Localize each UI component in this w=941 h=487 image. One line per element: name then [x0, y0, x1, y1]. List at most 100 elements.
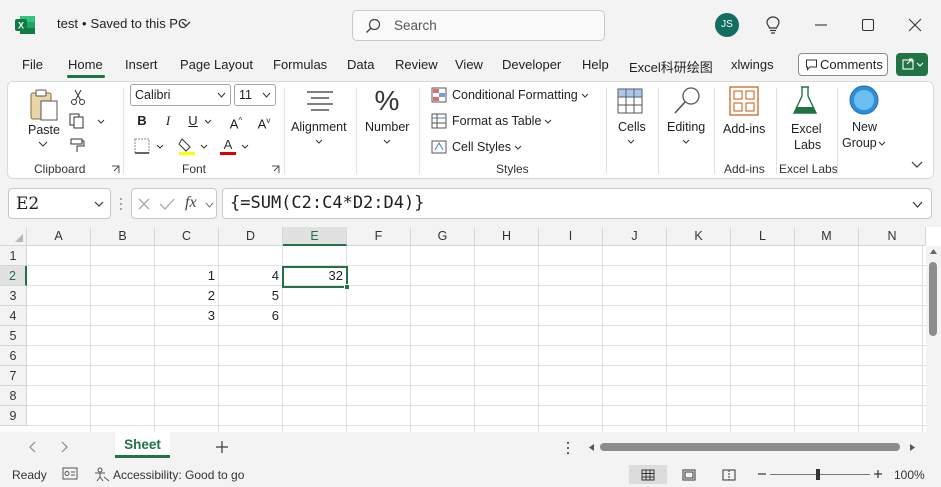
- excel-labs-line1[interactable]: Excel: [791, 122, 822, 136]
- add-ins-icon[interactable]: [729, 86, 759, 116]
- cells-label[interactable]: Cells: [618, 120, 646, 134]
- column-header-j[interactable]: J: [603, 227, 667, 246]
- minimize-icon[interactable]: [808, 12, 834, 38]
- column-header-k[interactable]: K: [667, 227, 731, 246]
- chevron-down-icon[interactable]: [156, 144, 164, 149]
- select-all-corner[interactable]: [0, 227, 27, 246]
- tab-excel-research[interactable]: Excel科研绘图: [629, 57, 713, 76]
- cell-styles-button[interactable]: Cell Styles: [431, 139, 522, 155]
- column-header-f[interactable]: F: [347, 227, 411, 246]
- column-header-l[interactable]: L: [731, 227, 795, 246]
- add-ins-label[interactable]: Add-ins: [723, 122, 765, 136]
- row-header-2[interactable]: 2: [0, 266, 27, 286]
- chevron-down-icon[interactable]: [204, 119, 212, 124]
- tab-file[interactable]: File: [22, 57, 43, 72]
- column-header-g[interactable]: G: [411, 227, 475, 246]
- editing-label[interactable]: Editing: [667, 120, 705, 134]
- new-group-line1[interactable]: New: [852, 120, 877, 134]
- excel-labs-line2[interactable]: Labs: [794, 138, 821, 152]
- row-header-3[interactable]: 3: [0, 286, 27, 306]
- conditional-formatting-button[interactable]: Conditional Formatting: [431, 87, 589, 103]
- tab-page-layout[interactable]: Page Layout: [180, 57, 253, 72]
- number-label[interactable]: Number: [365, 120, 409, 134]
- fill-handle[interactable]: [344, 284, 350, 290]
- underline-icon[interactable]: U: [183, 111, 203, 131]
- font-color-icon[interactable]: A: [219, 137, 237, 156]
- row-header-1[interactable]: 1: [0, 246, 27, 266]
- insert-function-icon[interactable]: fx: [185, 194, 197, 212]
- find-icon[interactable]: [672, 85, 702, 117]
- name-box[interactable]: E2: [8, 188, 111, 219]
- page-break-view-button[interactable]: [710, 465, 748, 484]
- formula-input[interactable]: {=SUM(C2:C4*D2:D4)}: [222, 188, 932, 219]
- column-header-h[interactable]: H: [475, 227, 539, 246]
- cell-c3[interactable]: 2: [155, 286, 219, 306]
- normal-view-button[interactable]: [629, 465, 667, 484]
- zoom-out-icon[interactable]: [757, 469, 767, 479]
- chevron-left-icon[interactable]: [28, 441, 36, 453]
- page-layout-view-button[interactable]: [670, 465, 708, 484]
- avatar[interactable]: JS: [715, 13, 739, 37]
- collapse-ribbon-icon[interactable]: [911, 161, 923, 169]
- accessibility-icon[interactable]: [94, 467, 110, 482]
- fill-color-icon[interactable]: [178, 137, 196, 156]
- copy-icon[interactable]: [68, 113, 86, 129]
- tab-xlwings[interactable]: xlwings: [731, 57, 774, 72]
- zoom-level[interactable]: 100%: [894, 468, 925, 482]
- chevron-down-icon[interactable]: [97, 119, 105, 124]
- vertical-scroll-thumb[interactable]: [929, 262, 937, 336]
- lightbulb-icon[interactable]: [760, 12, 786, 38]
- italic-icon[interactable]: I: [158, 111, 178, 131]
- dialog-launcher-icon[interactable]: [271, 165, 280, 174]
- chevron-down-icon[interactable]: [180, 18, 192, 30]
- chevron-down-icon[interactable]: [315, 139, 323, 144]
- new-group-icon[interactable]: [848, 84, 880, 116]
- chevron-down-icon[interactable]: [627, 139, 635, 144]
- column-header-a[interactable]: A: [27, 227, 91, 246]
- more-options-icon[interactable]: [566, 441, 570, 455]
- sheet-tab[interactable]: Sheet: [115, 432, 170, 458]
- new-group-line2[interactable]: Group: [842, 136, 877, 150]
- column-header-m[interactable]: M: [795, 227, 859, 246]
- cell-d3[interactable]: 5: [219, 286, 283, 306]
- zoom-in-icon[interactable]: [873, 469, 883, 479]
- cancel-icon[interactable]: [137, 197, 151, 211]
- alignment-icon[interactable]: [305, 88, 335, 114]
- share-button[interactable]: [896, 53, 928, 76]
- cell-d2[interactable]: 4: [219, 266, 283, 286]
- scroll-right-icon[interactable]: [909, 443, 916, 452]
- close-icon[interactable]: [902, 12, 928, 38]
- chevron-down-icon[interactable]: [241, 144, 249, 149]
- vertical-scrollbar[interactable]: [926, 246, 941, 432]
- increase-font-icon[interactable]: A^: [226, 111, 246, 131]
- tab-insert[interactable]: Insert: [125, 57, 158, 72]
- column-header-n[interactable]: N: [859, 227, 926, 246]
- tab-data[interactable]: Data: [347, 57, 374, 72]
- paste-label[interactable]: Paste: [28, 123, 60, 137]
- dialog-launcher-icon[interactable]: [111, 165, 120, 174]
- cell-c4[interactable]: 3: [155, 306, 219, 326]
- column-header-i[interactable]: I: [539, 227, 603, 246]
- chevron-down-icon[interactable]: [94, 201, 104, 207]
- row-header-4[interactable]: 4: [0, 306, 27, 326]
- cut-icon[interactable]: [70, 88, 86, 106]
- tab-home[interactable]: Home: [68, 57, 103, 72]
- row-header-7[interactable]: 7: [0, 366, 27, 386]
- row-header-6[interactable]: 6: [0, 346, 27, 366]
- tab-help[interactable]: Help: [582, 57, 609, 72]
- format-as-table-button[interactable]: Format as Table: [431, 113, 552, 129]
- scroll-left-icon[interactable]: [588, 443, 595, 452]
- paste-icon[interactable]: [28, 88, 60, 122]
- column-header-e[interactable]: E: [283, 227, 347, 246]
- row-header-9[interactable]: 9: [0, 406, 27, 426]
- comments-button[interactable]: Comments: [798, 53, 888, 76]
- scroll-up-icon[interactable]: [929, 248, 938, 255]
- chevron-down-icon[interactable]: [38, 141, 48, 147]
- column-header-b[interactable]: B: [91, 227, 155, 246]
- enter-check-icon[interactable]: [159, 197, 175, 211]
- column-header-d[interactable]: D: [219, 227, 283, 246]
- expand-formula-icon[interactable]: [912, 201, 923, 208]
- tab-developer[interactable]: Developer: [502, 57, 561, 72]
- chevron-down-icon[interactable]: [200, 144, 208, 149]
- alignment-label[interactable]: Alignment: [291, 120, 347, 134]
